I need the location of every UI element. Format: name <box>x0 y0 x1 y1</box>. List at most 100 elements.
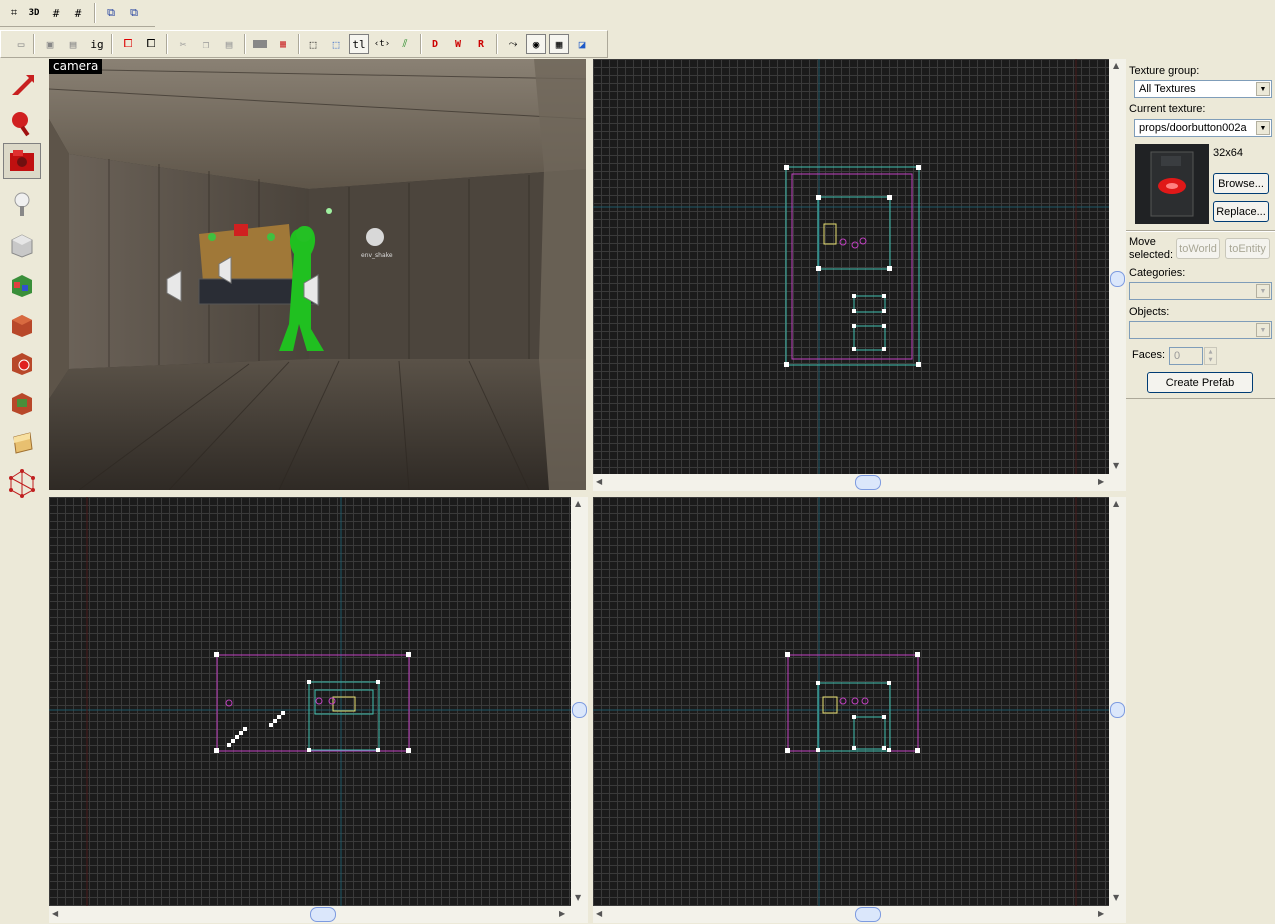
toolbar-separator <box>94 3 96 23</box>
front-view-hscroll[interactable]: ◀ ▶ <box>49 906 588 923</box>
camera-scene <box>49 59 586 490</box>
panel-bottom-divider <box>1126 398 1275 399</box>
wire-mode-icon[interactable]: W <box>448 34 468 54</box>
side-view-viewport[interactable] <box>593 497 1109 906</box>
create-prefab-button[interactable]: Create Prefab <box>1147 372 1253 393</box>
categories-label: Categories: <box>1129 267 1186 279</box>
chevron-down-icon[interactable]: ▼ <box>1256 82 1270 96</box>
group-icon[interactable]: ⧉ <box>101 3 121 23</box>
select-icon[interactable]: ⬚ <box>326 34 346 54</box>
front-view-vscroll[interactable]: ▲ ▼ <box>571 497 588 906</box>
grid-smaller-icon[interactable]: # <box>46 3 66 23</box>
texture-app-tool-icon[interactable] <box>3 267 41 303</box>
ungroup-icon[interactable]: ⧉ <box>124 3 144 23</box>
clip-tool-icon[interactable] <box>3 425 41 461</box>
cut-icon[interactable]: ✂ <box>173 34 193 54</box>
faces-label: Faces: <box>1132 349 1166 361</box>
faces-spinner[interactable]: ▲ ▼ <box>1204 347 1217 365</box>
scroll-thumb[interactable] <box>855 475 881 490</box>
move-selected-label: Move <box>1129 236 1156 248</box>
sample-icon[interactable]: ⤳ <box>503 34 523 54</box>
front-view-brushes <box>49 497 571 906</box>
ignore-groups-toggle[interactable]: ig <box>87 34 107 54</box>
to-entity-button[interactable]: toEntity <box>1225 238 1270 259</box>
ungroup-select-icon[interactable]: ⧠ <box>141 34 161 54</box>
scroll-thumb[interactable] <box>310 907 336 922</box>
replace-button[interactable]: Replace... <box>1213 201 1269 222</box>
scroll-thumb[interactable] <box>1110 702 1125 718</box>
scroll-thumb[interactable] <box>1110 271 1125 287</box>
toolbar-separator <box>420 34 422 54</box>
browse-button[interactable]: Browse... <box>1213 173 1269 194</box>
to-world-button[interactable]: toWorld <box>1176 238 1220 259</box>
texture-group-value: All Textures <box>1139 83 1196 95</box>
camera-viewport[interactable]: camera env_shake <box>49 59 586 490</box>
texture-app-icon[interactable]: ◉ <box>526 34 546 54</box>
block-tool-icon[interactable] <box>3 227 41 263</box>
faces-input[interactable]: 0 <box>1169 347 1203 365</box>
panel-divider <box>1126 230 1275 232</box>
carve-icon[interactable]: ▣ <box>40 34 60 54</box>
selection-tool-icon[interactable] <box>3 67 41 103</box>
toolbar-separator <box>166 34 168 54</box>
categories-select[interactable]: ▼ <box>1129 282 1272 300</box>
top-view-viewport[interactable] <box>593 59 1109 474</box>
entity-tool-icon[interactable] <box>3 187 41 223</box>
texture-preview <box>1135 144 1209 224</box>
entity-label: env_shake <box>361 252 393 259</box>
hollow-icon[interactable]: ▤ <box>63 34 83 54</box>
grid-larger-icon[interactable]: # <box>68 3 88 23</box>
move-selected-label-line2: selected: <box>1129 249 1174 261</box>
draw-mode-icon[interactable]: D <box>425 34 445 54</box>
overlay-tool-icon[interactable] <box>3 385 41 421</box>
tools-toolbar: ▭ ▣ ▤ ig ⧠ ⧠ ✂ ❐ ▤ ▦ ⬚ ⬚ tl ‹t› ⫽ D W R … <box>0 30 608 58</box>
grid-2d-icon[interactable]: ⌗ <box>4 3 24 23</box>
flip-icon[interactable]: ⫽ <box>395 34 415 54</box>
apply-texture-tool-icon[interactable] <box>3 307 41 343</box>
apply-decal-tool-icon[interactable] <box>3 345 41 381</box>
decals-icon[interactable]: ◪ <box>572 34 592 54</box>
texture-lock-icon[interactable]: ▦ <box>273 34 293 54</box>
texture-scale-icon[interactable]: ‹t› <box>372 34 392 54</box>
objects-select[interactable]: ▼ <box>1129 321 1272 339</box>
grid-3d-view-icon[interactable]: ▦ <box>549 34 569 54</box>
chevron-down-icon[interactable]: ▼ <box>1256 284 1270 298</box>
camera-tool-icon[interactable] <box>3 143 41 179</box>
radial-mode-icon[interactable]: R <box>471 34 491 54</box>
toolbar-separator <box>33 34 35 54</box>
side-view-vscroll[interactable]: ▲ ▼ <box>1109 497 1126 906</box>
group-select-icon[interactable]: ⧠ <box>118 34 138 54</box>
chevron-down-icon[interactable]: ▼ <box>1256 323 1270 337</box>
camera-label: camera <box>49 59 103 74</box>
magnify-tool-icon[interactable] <box>3 105 41 141</box>
objects-label: Objects: <box>1129 306 1170 318</box>
current-texture-label: Current texture: <box>1129 103 1206 115</box>
texture-group-label: Texture group: <box>1129 65 1200 77</box>
scroll-thumb[interactable] <box>855 907 881 922</box>
scroll-thumb[interactable] <box>572 702 587 718</box>
top-view-hscroll[interactable]: ◀ ▶ <box>593 474 1126 491</box>
top-toolbar: ⌗ 3D # # ⧉ ⧉ <box>0 0 155 27</box>
hide-icon[interactable] <box>250 34 270 54</box>
texture-lock-toggle[interactable]: tl <box>349 34 369 54</box>
texture-panel: Texture group: All Textures ▼ Current te… <box>1126 59 1275 399</box>
top-view-brushes <box>593 59 1109 474</box>
top-view-vscroll[interactable]: ▲ ▼ <box>1109 59 1126 474</box>
grid-3d-icon[interactable]: 3D <box>24 3 44 23</box>
side-view-brushes <box>593 497 1109 906</box>
toolbar-separator <box>298 34 300 54</box>
current-texture-select[interactable]: props/doorbutton002a ▼ <box>1134 119 1272 137</box>
texture-size: 32x64 <box>1213 147 1243 159</box>
toolbar-separator <box>244 34 246 54</box>
front-view-viewport[interactable] <box>49 497 571 906</box>
vertex-tool-icon[interactable] <box>3 465 41 501</box>
box-icon[interactable]: ⬚ <box>303 34 323 54</box>
undo-icon[interactable]: ▭ <box>11 34 31 54</box>
chevron-down-icon[interactable]: ▼ <box>1256 121 1270 135</box>
tool-palette <box>0 63 46 503</box>
paste-icon[interactable]: ▤ <box>219 34 239 54</box>
texture-group-select[interactable]: All Textures ▼ <box>1134 80 1272 98</box>
side-view-hscroll[interactable]: ◀ ▶ <box>593 906 1126 923</box>
copy-icon[interactable]: ❐ <box>196 34 216 54</box>
toolbar-separator <box>111 34 113 54</box>
